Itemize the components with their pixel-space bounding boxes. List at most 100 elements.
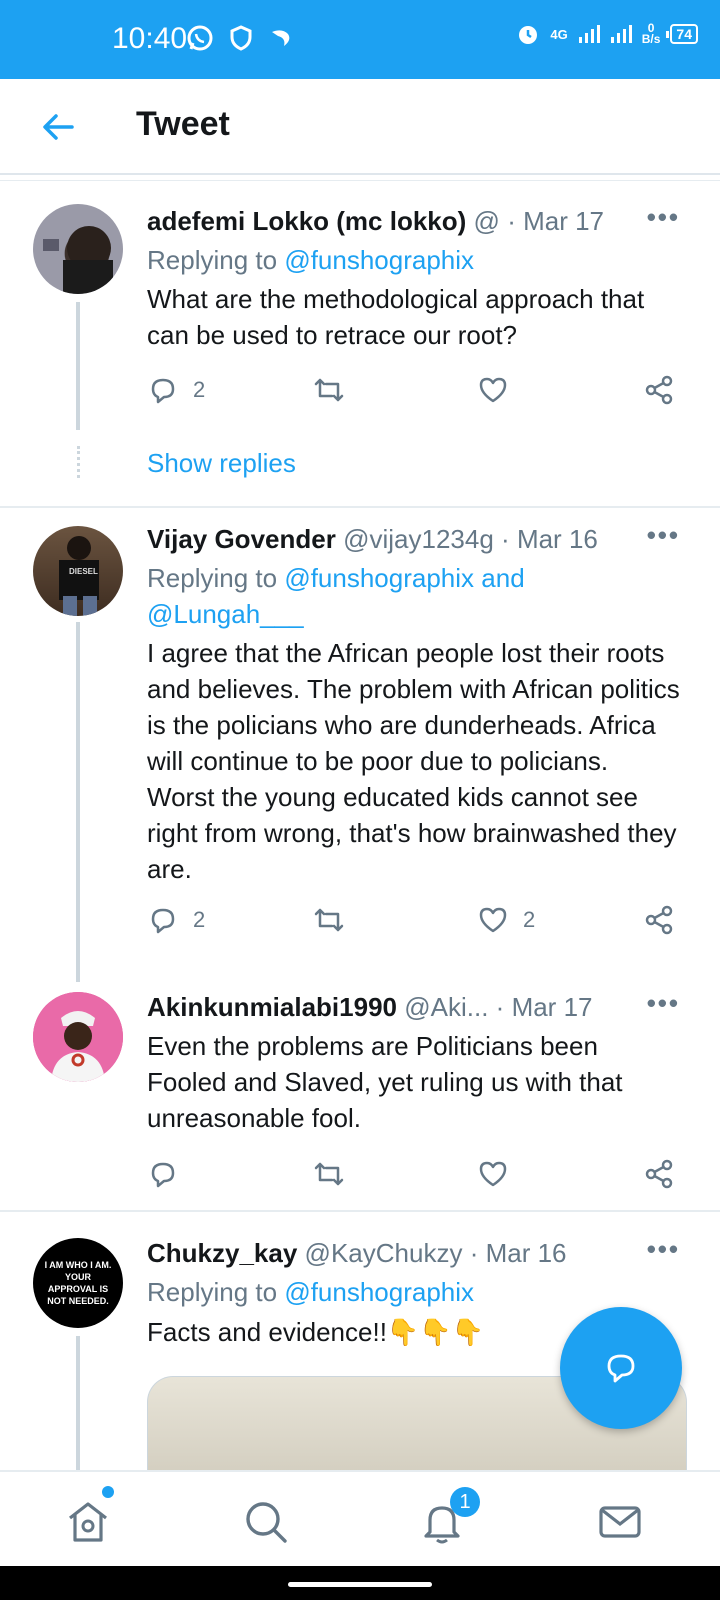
- reply-count: 2: [193, 377, 206, 402]
- header-divider: [0, 180, 720, 181]
- tweet-date[interactable]: Mar 16: [486, 1238, 567, 1268]
- share-button[interactable]: [643, 904, 675, 936]
- like-button[interactable]: [477, 374, 523, 406]
- tweet-divider: [0, 506, 720, 508]
- tweet-text: What are the methodological approach tha…: [147, 284, 645, 350]
- heart-icon: [479, 907, 507, 933]
- chat-bubble-icon: [607, 1354, 635, 1383]
- mail-icon[interactable]: [596, 1498, 644, 1546]
- tweet-text: I agree that the African people lost the…: [147, 638, 680, 884]
- pointing-down-emoji: 👇👇👇: [386, 1317, 485, 1347]
- reply-button[interactable]: [147, 1158, 193, 1190]
- thread-line: [76, 622, 80, 982]
- reply-and: and: [474, 563, 525, 593]
- separator-dot: ·: [501, 524, 510, 554]
- search-icon[interactable]: [242, 1498, 290, 1546]
- app-header: Tweet: [0, 79, 720, 175]
- speed-unit: B/s: [641, 32, 661, 46]
- heart-icon: [479, 377, 507, 403]
- whatsapp-icon: [187, 25, 213, 51]
- tweet-date[interactable]: Mar 17: [523, 206, 604, 236]
- like-button[interactable]: [477, 1158, 523, 1190]
- home-gesture-bar[interactable]: [288, 1582, 432, 1587]
- user-handle[interactable]: @vijay1234g: [343, 524, 494, 554]
- avatar[interactable]: DIESEL: [33, 526, 123, 616]
- reply-icon: [151, 1162, 175, 1188]
- separator-dot: ·: [469, 1238, 479, 1268]
- like-button[interactable]: 2: [477, 904, 535, 936]
- display-name[interactable]: Chukzy_kay: [147, 1238, 297, 1268]
- reply-icon: [151, 908, 175, 934]
- separator-dot: ·: [495, 992, 505, 1022]
- tweet-header: Chukzy_kay @KayChukzy · Mar 16: [147, 1238, 680, 1269]
- thread-line: [76, 302, 80, 430]
- alarm-icon: [519, 26, 538, 44]
- tweet-feed[interactable]: adefemi Lokko (mc lokko) @ · Mar 17 ••• …: [0, 184, 720, 1470]
- share-button[interactable]: [643, 1158, 675, 1190]
- thread-dots: [77, 446, 80, 478]
- tweet-actions: 2: [147, 374, 687, 410]
- retweet-icon: [314, 378, 344, 402]
- page-title: Tweet: [136, 105, 230, 143]
- tweet-text: Even the problems are Politicians been F…: [147, 1031, 623, 1133]
- share-icon: [645, 375, 673, 405]
- display-name[interactable]: Akinkunmialabi1990: [147, 992, 397, 1022]
- tweet-date[interactable]: Mar 16: [517, 524, 598, 554]
- replying-to: Replying to @funshographix: [147, 1274, 680, 1310]
- compose-reply-button[interactable]: [560, 1307, 682, 1429]
- like-count: 2: [523, 907, 536, 932]
- avatar[interactable]: [33, 992, 123, 1082]
- tweet-header: Vijay Govender @vijay1234g · Mar 16: [147, 524, 680, 555]
- tweet-header: Akinkunmialabi1990 @Aki... · Mar 17: [147, 992, 680, 1023]
- display-name[interactable]: Vijay Govender: [147, 524, 336, 554]
- back-arrow-icon[interactable]: [40, 109, 76, 145]
- bird-icon: [272, 30, 290, 46]
- tweet-date[interactable]: Mar 17: [512, 992, 593, 1022]
- user-handle[interactable]: @Aki...: [404, 992, 488, 1022]
- signal-icon-2: [610, 25, 632, 43]
- share-button[interactable]: [643, 374, 675, 406]
- show-replies-link[interactable]: Show replies: [147, 448, 296, 479]
- avatar-text: I AM WHO I AM. YOUR APPROVAL IS NOT NEED…: [44, 1260, 112, 1306]
- mention-link[interactable]: @Lungah___: [147, 599, 304, 629]
- replying-to-prefix: Replying to: [147, 1277, 285, 1307]
- share-icon: [645, 1159, 673, 1189]
- reply-count: 2: [193, 907, 206, 932]
- display-name[interactable]: adefemi Lokko (mc lokko): [147, 206, 466, 236]
- signal-icon: [578, 25, 600, 43]
- network-speed: 0 B/s: [641, 22, 661, 46]
- mention-link[interactable]: @funshographix: [284, 1277, 474, 1307]
- status-right-icons: 4G 0 B/s 74: [516, 22, 698, 46]
- tweet-divider: [0, 1210, 720, 1212]
- mention-link[interactable]: @funshographix: [284, 563, 474, 593]
- svg-text:DIESEL: DIESEL: [69, 567, 98, 576]
- tweet-actions: 2 2: [147, 904, 687, 940]
- more-options-icon[interactable]: •••: [647, 988, 680, 1019]
- tweet-actions: [147, 1158, 687, 1194]
- avatar[interactable]: [33, 204, 123, 294]
- mention-link[interactable]: @funshographix: [284, 245, 474, 275]
- status-left-icons: [186, 24, 294, 52]
- more-options-icon[interactable]: •••: [647, 1234, 680, 1265]
- home-unread-dot: [102, 1486, 114, 1498]
- notification-badge: 1: [450, 1487, 480, 1517]
- retweet-button[interactable]: [312, 1158, 360, 1190]
- retweet-button[interactable]: [312, 374, 360, 406]
- battery-indicator: 74: [666, 24, 698, 44]
- retweet-icon: [314, 1162, 344, 1186]
- user-handle[interactable]: @KayChukzy: [305, 1238, 463, 1268]
- thread-line: [76, 1336, 80, 1470]
- reply-button[interactable]: 2: [147, 374, 205, 406]
- status-time: 10:40: [112, 22, 188, 55]
- user-handle[interactable]: @: [474, 206, 500, 236]
- reply-icon: [151, 378, 175, 404]
- home-icon[interactable]: [64, 1498, 112, 1546]
- shield-icon: [230, 25, 252, 51]
- retweet-button[interactable]: [312, 904, 360, 936]
- more-options-icon[interactable]: •••: [647, 520, 680, 551]
- reply-button[interactable]: 2: [147, 904, 205, 936]
- share-icon: [645, 905, 673, 935]
- more-options-icon[interactable]: •••: [647, 202, 680, 233]
- avatar[interactable]: I AM WHO I AM. YOUR APPROVAL IS NOT NEED…: [33, 1238, 123, 1328]
- retweet-icon: [314, 908, 344, 932]
